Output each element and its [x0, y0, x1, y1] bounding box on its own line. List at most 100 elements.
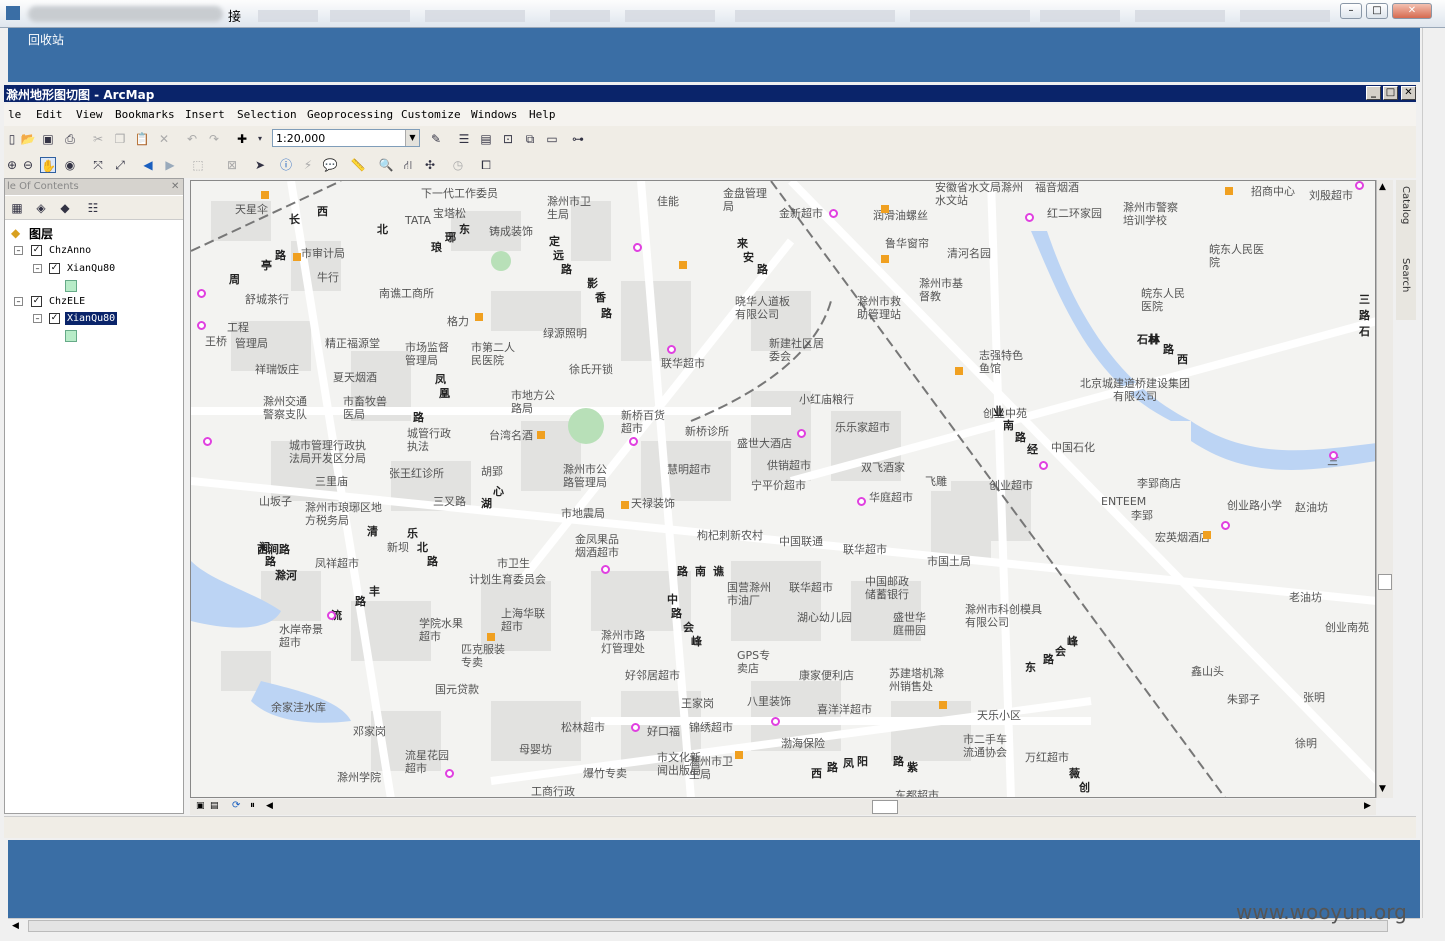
- poi-marker[interactable]: [293, 253, 301, 261]
- outer-vertical-scrollbar[interactable]: [1422, 28, 1440, 918]
- poi-marker[interactable]: [829, 209, 838, 218]
- maximize-button[interactable]: □: [1366, 3, 1388, 19]
- viewer-window-icon[interactable]: ⧠: [478, 157, 494, 173]
- poi-marker[interactable]: [735, 751, 743, 759]
- poi-marker[interactable]: [621, 501, 629, 509]
- list-by-drawing-order-icon[interactable]: ▦: [9, 200, 25, 216]
- poi-marker[interactable]: [475, 313, 483, 321]
- menu-help[interactable]: Help: [529, 108, 556, 121]
- layer-checkbox[interactable]: ✓: [31, 245, 42, 256]
- poi-marker[interactable]: [939, 701, 947, 709]
- menu-geoprocessing[interactable]: Geoprocessing: [307, 108, 393, 121]
- menu-edit[interactable]: Edit: [36, 108, 63, 121]
- clear-selection-icon[interactable]: ⊠: [224, 157, 240, 173]
- poi-marker[interactable]: [1025, 213, 1034, 222]
- go-to-xy-icon[interactable]: ✣: [422, 157, 438, 173]
- scroll-left-icon[interactable]: ◀: [12, 921, 19, 931]
- recycle-bin-label[interactable]: 回收站: [28, 34, 64, 47]
- catalog-tab[interactable]: Catalog: [1400, 186, 1411, 224]
- outer-horizontal-scrollbar[interactable]: ◀: [8, 918, 1420, 934]
- poi-marker[interactable]: [1221, 521, 1230, 530]
- cut-icon[interactable]: ✂: [90, 131, 106, 147]
- arcmap-close-button[interactable]: ✕: [1401, 86, 1416, 100]
- list-by-source-icon[interactable]: ◈: [33, 200, 49, 216]
- scroll-down-icon[interactable]: ▼: [1379, 784, 1386, 794]
- redo-icon[interactable]: ↷: [206, 131, 222, 147]
- poi-marker[interactable]: [197, 289, 206, 298]
- minimize-button[interactable]: –: [1340, 3, 1362, 19]
- menu-customize[interactable]: Customize: [401, 108, 461, 121]
- collapse-icon[interactable]: –: [14, 246, 23, 255]
- toc-layer-xianqu80-selected[interactable]: XianQu80: [65, 312, 118, 325]
- menu-bookmarks[interactable]: Bookmarks: [115, 108, 175, 121]
- poi-marker[interactable]: [631, 723, 640, 732]
- html-popup-icon[interactable]: 💬: [322, 157, 338, 173]
- scrollbar-thumb[interactable]: [28, 920, 1388, 932]
- search-tab[interactable]: Search: [1400, 258, 1411, 292]
- poi-marker[interactable]: [203, 437, 212, 446]
- poi-marker[interactable]: [601, 565, 610, 574]
- poi-marker[interactable]: [1203, 531, 1211, 539]
- select-features-icon[interactable]: ⬚: [190, 157, 206, 173]
- menu-windows[interactable]: Windows: [471, 108, 517, 121]
- new-icon[interactable]: ▯: [4, 131, 20, 147]
- menu-selection[interactable]: Selection: [237, 108, 297, 121]
- toc-window-icon[interactable]: ☰: [456, 131, 472, 147]
- identify-icon[interactable]: ⓘ: [278, 157, 294, 173]
- close-button[interactable]: ✕: [1392, 3, 1432, 19]
- select-elements-icon[interactable]: ➤: [252, 157, 268, 173]
- data-view-icon[interactable]: ▤: [210, 801, 219, 811]
- fixed-zoom-in-icon[interactable]: ⤧: [90, 157, 106, 173]
- options-icon[interactable]: ☷: [85, 200, 101, 216]
- scroll-left-icon[interactable]: ◀: [266, 801, 273, 811]
- toc-root[interactable]: 图层: [29, 225, 53, 242]
- toc-group-chzanno[interactable]: ChzAnno: [49, 245, 91, 256]
- poi-marker[interactable]: [537, 431, 545, 439]
- save-icon[interactable]: ▣: [40, 131, 56, 147]
- find-route-icon[interactable]: ⛙: [400, 157, 416, 173]
- poi-marker[interactable]: [679, 261, 687, 269]
- measure-icon[interactable]: 📏: [350, 157, 366, 173]
- hyperlink-icon[interactable]: ⚡: [300, 157, 316, 173]
- scrollbar-thumb[interactable]: [1378, 574, 1392, 590]
- poi-marker[interactable]: [1355, 181, 1364, 190]
- python-window-icon[interactable]: ▭: [544, 131, 560, 147]
- arctoolbox-icon[interactable]: ⧉: [522, 131, 538, 147]
- full-extent-icon[interactable]: ◉: [62, 157, 78, 173]
- undo-icon[interactable]: ↶: [184, 131, 200, 147]
- poi-marker[interactable]: [797, 429, 806, 438]
- poi-marker[interactable]: [1039, 461, 1048, 470]
- list-by-visibility-icon[interactable]: ◆: [57, 200, 73, 216]
- scroll-right-icon[interactable]: ▶: [1364, 801, 1371, 811]
- time-slider-icon[interactable]: ◷: [450, 157, 466, 173]
- fixed-zoom-out-icon[interactable]: ⤢: [112, 157, 128, 173]
- menu-insert[interactable]: Insert: [185, 108, 225, 121]
- poi-marker[interactable]: [1225, 187, 1233, 195]
- collapse-icon[interactable]: –: [33, 314, 42, 323]
- poi-marker[interactable]: [955, 367, 963, 375]
- print-icon[interactable]: ⎙: [62, 131, 78, 147]
- map-horizontal-scrollbar[interactable]: ▣ ▤ ⟳ ⏸ ◀ ▶: [190, 799, 1376, 815]
- add-data-dropdown-icon[interactable]: ▾: [252, 131, 268, 147]
- layer-checkbox[interactable]: ✓: [49, 313, 60, 324]
- poi-marker[interactable]: [1329, 451, 1338, 460]
- menu-file[interactable]: le: [8, 108, 21, 121]
- poi-marker[interactable]: [487, 633, 495, 641]
- layer-checkbox[interactable]: ✓: [49, 263, 60, 274]
- chevron-down-icon[interactable]: ▼: [405, 130, 419, 146]
- toc-close-icon[interactable]: ✕: [171, 181, 179, 192]
- poi-marker[interactable]: [881, 205, 889, 213]
- model-builder-icon[interactable]: ⊶: [570, 131, 586, 147]
- layer-checkbox[interactable]: ✓: [31, 296, 42, 307]
- poi-marker[interactable]: [881, 255, 889, 263]
- poi-marker[interactable]: [857, 497, 866, 506]
- layer-symbol[interactable]: [65, 330, 77, 342]
- pan-icon[interactable]: ✋: [40, 157, 56, 173]
- poi-marker[interactable]: [327, 611, 336, 620]
- poi-marker[interactable]: [445, 769, 454, 778]
- poi-marker[interactable]: [197, 321, 206, 330]
- poi-marker[interactable]: [261, 191, 269, 199]
- scrollbar-thumb[interactable]: [872, 800, 898, 814]
- zoom-out-icon[interactable]: ⊖: [20, 157, 36, 173]
- back-extent-icon[interactable]: ◀: [140, 157, 156, 173]
